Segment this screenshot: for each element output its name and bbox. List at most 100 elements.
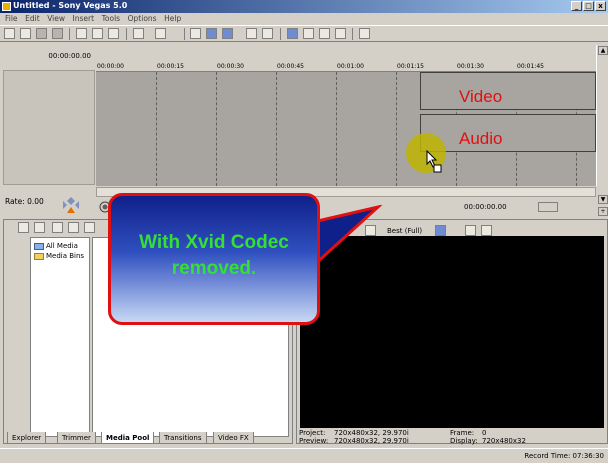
preview-value: 720x480x32, 29.970i [334, 437, 409, 445]
selection-tool-icon[interactable] [319, 28, 330, 39]
rate-slider-icon[interactable] [62, 196, 80, 214]
snapping-icon[interactable] [222, 28, 233, 39]
preview-quality-select[interactable]: Best (Full) [387, 227, 422, 235]
menu-insert[interactable]: Insert [73, 13, 95, 25]
preview-label: Preview: [299, 437, 329, 445]
cut-icon[interactable] [76, 28, 87, 39]
close-button[interactable]: x [595, 1, 606, 11]
minimize-button[interactable]: _ [571, 1, 582, 11]
ruler-tick: 00:00:15 [157, 63, 184, 70]
maximize-button[interactable]: □ [583, 1, 594, 11]
callout-line-1: With Xvid Codec [139, 232, 289, 253]
undo-icon[interactable] [133, 28, 144, 39]
callout-text: With Xvid Codec removed. [111, 230, 317, 282]
grid-line [276, 72, 277, 186]
rate-label: Rate: 0.00 [5, 197, 44, 206]
toolbar-separator [126, 28, 127, 40]
menu-help[interactable]: Help [164, 13, 181, 25]
mouse-cursor-icon [426, 150, 442, 173]
audio-track-label: Audio [459, 129, 503, 148]
auto-ripple-icon[interactable] [206, 28, 217, 39]
save-snapshot-icon[interactable] [481, 225, 492, 236]
save-as-icon[interactable] [52, 28, 63, 39]
timeline-ruler[interactable]: 00:00:00 00:00:15 00:00:30 00:00:45 00:0… [96, 61, 596, 72]
zoom-in-button[interactable]: + [598, 207, 608, 216]
display-value: 720x480x32 [482, 437, 526, 445]
tab-media-pool[interactable]: Media Pool [101, 432, 155, 444]
import-media-icon[interactable] [34, 222, 45, 233]
ignore-grouping-icon[interactable] [262, 28, 273, 39]
grid-line [156, 72, 157, 186]
scroll-up-button[interactable]: ▲ [598, 46, 608, 55]
menu-edit[interactable]: Edit [25, 13, 40, 25]
envelope-tool-icon[interactable] [303, 28, 314, 39]
normal-edit-tool-icon[interactable] [287, 28, 298, 39]
docking-tabs: Explorer Trimmer Media Pool Transitions … [3, 432, 293, 445]
tab-video-fx[interactable]: Video FX [213, 432, 254, 444]
callout-line-2: removed. [171, 258, 257, 279]
tree-item-label: Media Bins [46, 252, 85, 260]
track-list[interactable] [3, 70, 95, 185]
folder-icon [34, 252, 44, 260]
timeline-vertical-scrollbar[interactable]: ▲ ▼ + − [596, 45, 608, 228]
tree-item-all-media[interactable]: All Media [34, 242, 78, 250]
toolbar-separator [69, 28, 70, 40]
remove-media-icon[interactable] [84, 222, 95, 233]
main-toolbar [0, 25, 608, 42]
ruler-tick: 00:00:30 [217, 63, 244, 70]
scroll-down-button[interactable]: ▼ [598, 195, 608, 204]
video-track-region[interactable]: Video [420, 72, 596, 110]
tab-trimmer[interactable]: Trimmer [57, 432, 96, 444]
display-label: Display: [450, 437, 478, 445]
ruler-tick: 00:01:15 [397, 63, 424, 70]
cursor-timecode: 00:00:00.00 [48, 52, 91, 60]
transport-timecode: 00:00:00.00 [464, 203, 507, 211]
copy-icon[interactable] [92, 28, 103, 39]
app-icon [2, 2, 11, 11]
help-pointer-icon[interactable] [359, 28, 370, 39]
frame-value: 0 [482, 429, 487, 437]
zoom-tool-icon[interactable] [335, 28, 346, 39]
save-icon[interactable] [36, 28, 47, 39]
audio-track-region[interactable]: Audio [420, 114, 596, 152]
menu-bar: File Edit View Insert Tools Options Help [0, 13, 608, 25]
preview-info: Project: 720x480x32, 29.970i Preview: 72… [298, 428, 608, 446]
timecode-box[interactable] [538, 202, 558, 212]
ruler-tick: 00:00:45 [277, 63, 304, 70]
annotation-callout: With Xvid Codec removed. [108, 193, 320, 325]
status-bar: Record Time: 07:36:30 [0, 448, 608, 463]
new-icon[interactable] [4, 28, 15, 39]
capture-icon[interactable] [52, 222, 63, 233]
redo-icon[interactable] [155, 28, 166, 39]
record-time: Record Time: 07:36:30 [524, 452, 604, 460]
menu-tools[interactable]: Tools [102, 13, 120, 25]
copy-snapshot-icon[interactable] [465, 225, 476, 236]
tab-explorer[interactable]: Explorer [7, 432, 47, 444]
frame-label: Frame: [450, 429, 475, 437]
open-icon[interactable] [20, 28, 31, 39]
tree-item-label: All Media [46, 242, 78, 250]
ruler-tick: 00:00:00 [97, 63, 124, 70]
grid-line [336, 72, 337, 186]
toolbar-separator [352, 28, 353, 40]
menu-file[interactable]: File [5, 13, 18, 25]
properties-icon[interactable] [190, 28, 201, 39]
grid-line [216, 72, 217, 186]
menu-view[interactable]: View [47, 13, 65, 25]
menu-options[interactable]: Options [128, 13, 157, 25]
project-label: Project: [299, 429, 326, 437]
toolbar-separator [280, 28, 281, 40]
get-media-icon[interactable] [68, 222, 79, 233]
overlays-icon[interactable] [435, 225, 446, 236]
lock-envelopes-icon[interactable] [246, 28, 257, 39]
media-bins-tree[interactable]: All Media Media Bins [30, 237, 90, 437]
folder-icon [34, 242, 44, 250]
search-icon[interactable] [18, 222, 29, 233]
ruler-tick: 00:01:30 [457, 63, 484, 70]
title-bar: Untitled - Sony Vegas 5.0 _ □ x [0, 0, 608, 13]
window-title: Untitled - Sony Vegas 5.0 [13, 1, 128, 10]
tab-transitions[interactable]: Transitions [159, 432, 207, 444]
toolbar-separator [184, 28, 185, 40]
tree-item-media-bins[interactable]: Media Bins [34, 252, 84, 260]
paste-icon[interactable] [108, 28, 119, 39]
